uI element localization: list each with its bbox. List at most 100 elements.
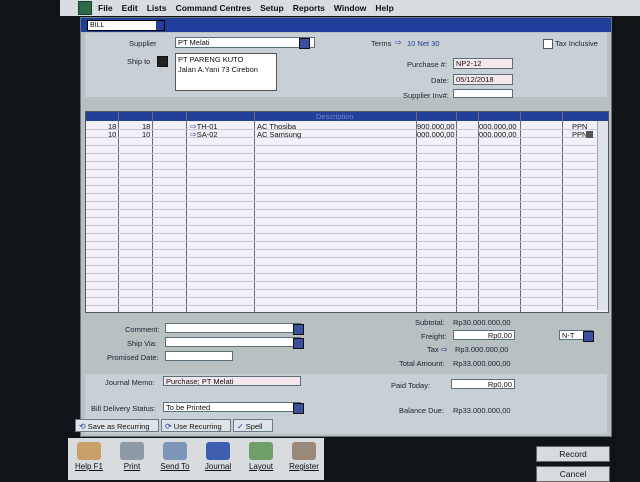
row-divider (86, 257, 596, 258)
menu-setup[interactable]: Setup (260, 3, 284, 13)
chevron-down-icon[interactable] (293, 403, 304, 414)
menu-help[interactable]: Help (375, 3, 393, 13)
freight-value: Rp0,00 (487, 331, 512, 340)
paid-today-field[interactable]: Rp0,00 (451, 379, 515, 389)
description-header: Description (316, 112, 354, 121)
promised-date-label: Promised Date: (107, 353, 159, 362)
row-divider (86, 209, 596, 210)
freight-tax-lookup-icon[interactable] (583, 331, 594, 342)
row-divider (86, 177, 596, 178)
use-recurring-icon: ⟳ (165, 422, 172, 431)
item-name: AC Samsung (257, 130, 302, 139)
ship-via-lookup-icon[interactable] (293, 338, 304, 349)
purchase-number-value: NP2-12 (456, 59, 482, 68)
menu-window[interactable]: Window (334, 3, 367, 13)
ship-via-label: Ship Via: (127, 339, 157, 348)
tax-arrow-icon[interactable]: ⇨ (441, 345, 448, 354)
column-divider (520, 112, 521, 312)
column-divider (478, 112, 479, 312)
journal-button[interactable]: Journal (197, 440, 239, 480)
total-amount-label: Total Amount: (399, 359, 445, 368)
journal-memo-field[interactable]: Purchase; PT Melati (163, 376, 301, 386)
balance-due-value: Rp33.000.000,00 (453, 406, 511, 415)
row-divider (86, 265, 596, 266)
purchase-number-label: Purchase #: (407, 60, 448, 69)
row-divider (86, 185, 596, 186)
ordered-qty: 10 (108, 130, 117, 139)
row-divider (86, 305, 596, 306)
row-divider (86, 137, 596, 138)
row-divider (86, 217, 596, 218)
layout-button[interactable]: Layout (240, 440, 282, 480)
row-divider (86, 129, 596, 130)
column-divider (416, 112, 417, 312)
comment-label: Comment: (125, 325, 160, 334)
menu-edit[interactable]: Edit (122, 3, 138, 13)
recurring-icon: ⟲ (79, 422, 86, 431)
record-button[interactable]: Record (536, 446, 610, 462)
menu-reports[interactable]: Reports (293, 3, 325, 13)
received-qty: 10 (142, 130, 151, 139)
item-code: SA-02 (196, 130, 218, 139)
supplier-inv-field[interactable] (453, 89, 513, 98)
row-divider (86, 241, 596, 242)
row-divider (86, 145, 596, 146)
spell-label: Spell (245, 422, 263, 431)
menu-lists[interactable]: Lists (147, 3, 167, 13)
grid-header: Description (86, 112, 608, 121)
ship-via-field[interactable] (165, 337, 301, 347)
comment-lookup-icon[interactable] (293, 324, 304, 335)
ship-to-lookup-icon[interactable] (157, 56, 168, 67)
ship-to-address[interactable]: PT PARENG KUTO Jalan A.Yani 73 Cirebon (175, 53, 277, 91)
menu-command-centres[interactable]: Command Centres (176, 3, 252, 13)
ship-to-line-2: Jalan A.Yani 73 Cirebon (178, 65, 258, 74)
grid-scrollbar[interactable] (597, 121, 608, 310)
use-recurring-button[interactable]: ⟳ Use Recurring (161, 419, 231, 432)
print-label: Print (123, 462, 141, 471)
tax-inclusive-label: Tax Inclusive (555, 39, 598, 48)
journal-label: Journal (204, 462, 232, 471)
spell-check-icon: ✓ (237, 422, 244, 431)
purchase-type-value: BILL (90, 22, 105, 29)
item-link-arrow-icon[interactable]: ⇨ (190, 130, 197, 139)
bill-delivery-status-select[interactable]: To be Printed (163, 402, 301, 412)
purchase-number-field[interactable]: NP2-12 (453, 58, 513, 69)
column-divider (186, 112, 187, 312)
column-divider (254, 112, 255, 312)
promised-date-field[interactable] (165, 351, 233, 361)
send-to-button[interactable]: Send To (154, 440, 196, 480)
terms-value: 10 Net 30 (407, 39, 440, 48)
menu-file[interactable]: File (98, 3, 113, 13)
terms-label: Terms (371, 39, 392, 48)
comment-field[interactable] (165, 323, 301, 333)
line-total: 000.000,00 (479, 130, 517, 139)
subtotal-value: Rp30.000.000,00 (453, 318, 511, 327)
save-as-recurring-button[interactable]: ⟲ Save as Recurring (75, 419, 159, 432)
date-field[interactable]: 05/12/2018 (453, 74, 513, 85)
chevron-down-icon (156, 21, 164, 30)
item-number: ⇨SA-02 (190, 130, 218, 139)
row-divider (86, 281, 596, 282)
row-divider (86, 169, 596, 170)
freight-tax-value: N-T (562, 331, 575, 340)
supplier-field[interactable]: PT Melati (175, 37, 315, 48)
column-divider (456, 112, 457, 312)
supplier-lookup-icon[interactable] (299, 38, 310, 49)
tax-inclusive-checkbox[interactable] (543, 39, 553, 49)
help-button[interactable]: Help F1 (68, 440, 110, 480)
row-divider (86, 225, 596, 226)
print-button[interactable]: Print (111, 440, 153, 480)
use-recurring-label: Use Recurring (173, 422, 222, 431)
send-to-label: Send To (160, 462, 190, 471)
freight-field[interactable]: Rp0,00 (453, 330, 515, 340)
row-divider (86, 297, 596, 298)
spell-button[interactable]: ✓ Spell (233, 419, 273, 432)
subtotal-label: Subtotal: (415, 318, 445, 327)
tax-code-lookup-icon[interactable] (586, 131, 593, 138)
save-as-recurring-label: Save as Recurring (87, 422, 150, 431)
row-divider (86, 233, 596, 234)
record-label: Record (559, 449, 587, 459)
terms-arrow-icon[interactable]: ⇨ (395, 38, 402, 47)
purchase-type-select[interactable]: BILL (87, 20, 165, 31)
register-button[interactable]: Register (283, 440, 325, 480)
